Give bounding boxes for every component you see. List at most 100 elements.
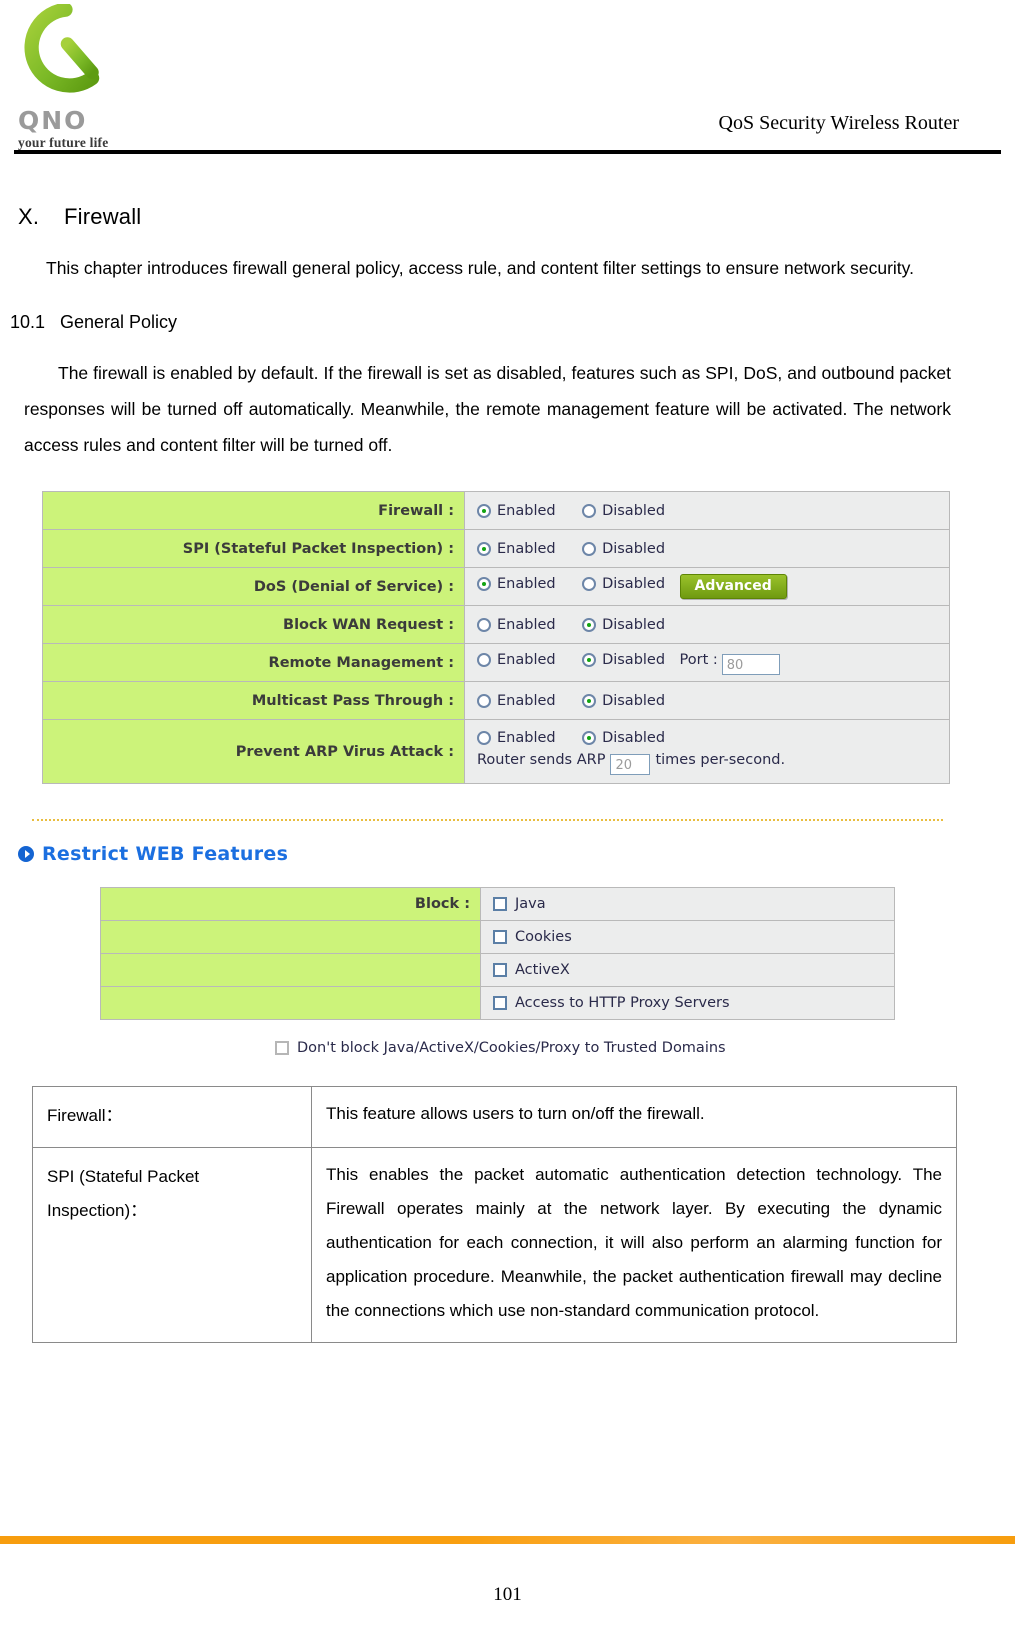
description-term-firewall: Firewall：: [32, 1086, 312, 1148]
arrow-right-icon: [18, 846, 34, 862]
radio-remote-mgmt-disabled[interactable]: [582, 652, 597, 667]
trusted-domains-row: Don't block Java/ActiveX/Cookies/Proxy t…: [275, 1040, 965, 1056]
port-label: Port :: [679, 651, 718, 668]
radio-label-enabled: Enabled: [497, 616, 556, 633]
radio-spi-enabled[interactable]: [477, 541, 491, 556]
radio-label-disabled: Disabled: [602, 651, 666, 668]
radio-label-enabled: Enabled: [497, 540, 556, 557]
general-policy-table: Firewall : Enabled Disabled SPI (Statefu…: [42, 491, 950, 784]
checkbox-label-java: Java: [515, 896, 546, 912]
chapter-heading: X. Firewall: [18, 204, 965, 230]
radio-arp-enabled[interactable]: [477, 730, 491, 745]
block-label: Block :: [100, 887, 481, 921]
radio-dos-disabled[interactable]: [582, 577, 597, 591]
table-row: Block : Java: [100, 887, 895, 921]
radio-block-wan-disabled[interactable]: [582, 617, 597, 632]
table-row: DoS (Denial of Service) : Enabled Disabl…: [42, 567, 950, 606]
checkbox-label-trusted-domains: Don't block Java/ActiveX/Cookies/Proxy t…: [297, 1040, 726, 1056]
radio-label-enabled: Enabled: [497, 692, 556, 709]
restrict-web-features-title: Restrict WEB Features: [42, 843, 289, 865]
chapter-intro-paragraph: This chapter introduces firewall general…: [46, 258, 914, 278]
block-table: Block : Java Cookies ActiveX Access to H…: [100, 887, 895, 1020]
block-value-activex: ActiveX: [480, 953, 895, 987]
table-row: Access to HTTP Proxy Servers: [100, 986, 895, 1020]
row-value-multicast-pass-through: Enabled Disabled: [464, 681, 950, 720]
header-divider: [14, 150, 1001, 154]
table-row: Remote Management : Enabled Disabled Por…: [42, 643, 950, 682]
row-value-remote-management: Enabled Disabled Port :80: [464, 643, 950, 682]
row-value-spi: Enabled Disabled: [464, 529, 950, 568]
description-term-spi: SPI (Stateful Packet Inspection)：: [32, 1147, 312, 1343]
product-title: QoS Security Wireless Router: [718, 112, 959, 134]
description-body-firewall: This feature allows users to turn on/off…: [311, 1086, 957, 1148]
radio-block-wan-enabled[interactable]: [477, 617, 491, 632]
row-value-firewall: Enabled Disabled: [464, 491, 950, 530]
table-row: SPI (Stateful Packet Inspection)： This e…: [32, 1147, 957, 1343]
checkbox-cookies[interactable]: [493, 930, 507, 944]
arp-radio-group: Enabled Disabled: [477, 729, 948, 747]
chapter-title: Firewall: [64, 204, 142, 229]
block-value-http-proxy: Access to HTTP Proxy Servers: [480, 986, 895, 1020]
radio-label-enabled: Enabled: [497, 502, 556, 519]
document-content: X. Firewall This chapter introduces firew…: [0, 204, 1015, 1343]
table-row: Multicast Pass Through : Enabled Disable…: [42, 681, 950, 720]
radio-multicast-disabled[interactable]: [582, 693, 597, 708]
qno-logo: QNO your future life: [18, 2, 138, 150]
checkbox-label-cookies: Cookies: [515, 929, 572, 945]
row-label-spi: SPI (Stateful Packet Inspection) :: [42, 529, 465, 568]
table-row: Cookies: [100, 920, 895, 954]
general-policy-screenshot: Firewall : Enabled Disabled SPI (Statefu…: [42, 491, 950, 784]
section-heading: 10.1 General Policy: [10, 312, 965, 333]
row-value-prevent-arp-virus-attack: Enabled Disabled Router sends ARP 20 times…: [464, 719, 950, 784]
radio-label-enabled: Enabled: [497, 729, 556, 746]
chapter-number: X.: [18, 204, 40, 229]
radio-label-disabled: Disabled: [602, 729, 666, 746]
checkbox-label-http-proxy: Access to HTTP Proxy Servers: [515, 995, 730, 1011]
table-row: SPI (Stateful Packet Inspection) : Enabl…: [42, 529, 950, 568]
radio-multicast-enabled[interactable]: [477, 693, 491, 708]
page-header: QNO your future life QoS Security Wirele…: [0, 0, 1015, 154]
description-body-spi: This enables the packet automatic authen…: [311, 1147, 957, 1343]
section-body-paragraph: The firewall is enabled by default. If t…: [24, 355, 951, 463]
checkbox-java[interactable]: [493, 897, 507, 911]
port-input[interactable]: 80: [721, 653, 780, 675]
radio-firewall-disabled[interactable]: [582, 503, 597, 518]
radio-firewall-enabled[interactable]: [477, 503, 491, 518]
page-number: 101: [493, 1584, 522, 1605]
checkbox-label-activex: ActiveX: [515, 962, 570, 978]
radio-label-disabled: Disabled: [602, 540, 666, 557]
block-label-empty: [100, 986, 481, 1020]
row-label-remote-management: Remote Management :: [42, 643, 465, 682]
radio-label-disabled: Disabled: [602, 576, 666, 592]
table-row: Firewall : Enabled Disabled: [42, 491, 950, 530]
block-value-cookies: Cookies: [480, 920, 895, 954]
restrict-web-features-header: Restrict WEB Features: [18, 843, 965, 865]
table-row: Prevent ARP Virus Attack : Enabled Disab…: [42, 719, 950, 784]
checkbox-activex[interactable]: [493, 963, 507, 977]
arp-rate-line: Router sends ARP 20 times per-second.: [477, 752, 948, 775]
checkbox-trusted-domains[interactable]: [275, 1041, 289, 1055]
radio-label-disabled: Disabled: [602, 616, 666, 633]
section-number: 10.1: [10, 312, 46, 332]
row-label-multicast-pass-through: Multicast Pass Through :: [42, 681, 465, 720]
table-row: Firewall： This feature allows users to t…: [32, 1086, 957, 1148]
restrict-web-features-screenshot: Block : Java Cookies ActiveX Access to H…: [100, 887, 965, 1020]
radio-label-disabled: Disabled: [602, 502, 666, 519]
row-label-block-wan-request: Block WAN Request :: [42, 605, 465, 644]
arp-rate-input[interactable]: 20: [610, 753, 651, 775]
arp-suffix-label: times per-second.: [655, 751, 786, 768]
row-label-prevent-arp-virus-attack: Prevent ARP Virus Attack :: [42, 719, 465, 784]
radio-spi-disabled[interactable]: [582, 541, 597, 556]
logo-tagline: your future life: [18, 135, 109, 150]
radio-dos-enabled[interactable]: [477, 577, 491, 591]
row-value-dos: Enabled Disabled Advanced: [464, 567, 950, 606]
radio-label-enabled: Enabled: [497, 576, 556, 592]
advanced-button[interactable]: Advanced: [679, 574, 787, 599]
checkbox-http-proxy[interactable]: [493, 996, 507, 1010]
arp-prefix-label: Router sends ARP: [477, 751, 606, 768]
feature-description-table: Firewall： This feature allows users to t…: [32, 1086, 957, 1343]
radio-arp-disabled[interactable]: [582, 730, 597, 745]
radio-remote-mgmt-enabled[interactable]: [477, 652, 491, 667]
dotted-divider: [32, 819, 943, 821]
row-value-block-wan-request: Enabled Disabled: [464, 605, 950, 644]
